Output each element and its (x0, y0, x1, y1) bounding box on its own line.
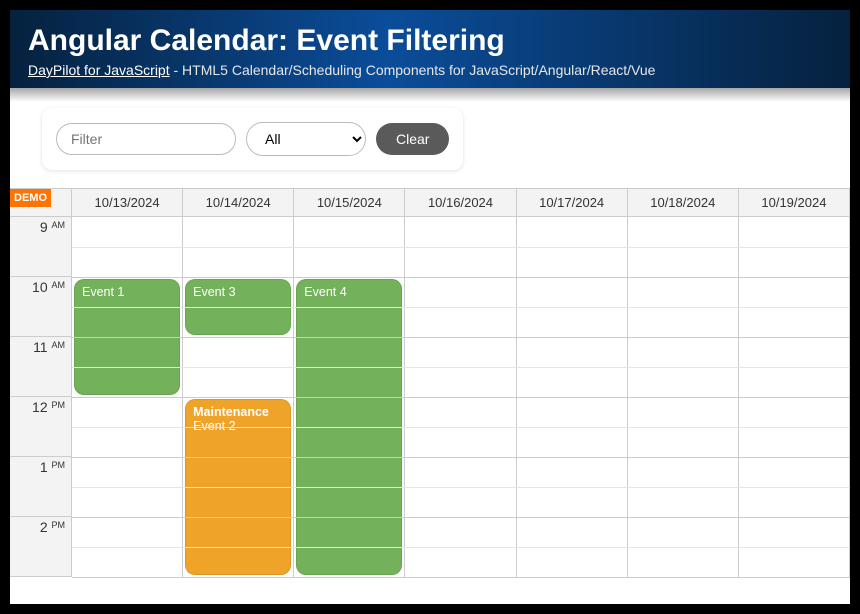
clear-button[interactable]: Clear (376, 123, 449, 155)
time-label: 10 AM (10, 277, 71, 337)
app-window: Angular Calendar: Event Filtering DayPil… (10, 10, 850, 604)
calendar-header-row: DEMO 10/13/2024 10/14/2024 10/15/2024 10… (10, 189, 850, 217)
event-title: Maintenance (193, 405, 283, 419)
time-column: 9 AM 10 AM 11 AM 12 PM 1 PM 2 PM (10, 217, 72, 577)
calendar-body: 9 AM 10 AM 11 AM 12 PM 1 PM 2 PM Event 1… (10, 217, 850, 577)
time-label: 12 PM (10, 397, 71, 457)
day-header[interactable]: 10/17/2024 (517, 189, 628, 216)
filter-bar: All Clear (42, 108, 463, 170)
page-title: Angular Calendar: Event Filtering (28, 24, 832, 58)
time-label: 2 PM (10, 517, 71, 577)
day-header[interactable]: 10/14/2024 (183, 189, 294, 216)
event-text: Event 3 (193, 285, 283, 299)
subtitle-text: - HTML5 Calendar/Scheduling Components f… (170, 62, 656, 78)
calendar: DEMO 10/13/2024 10/14/2024 10/15/2024 10… (10, 188, 850, 577)
day-header[interactable]: 10/19/2024 (739, 189, 850, 216)
day-header[interactable]: 10/16/2024 (405, 189, 516, 216)
demo-badge: DEMO (10, 189, 51, 207)
event-text: Event 4 (304, 285, 394, 299)
filter-select[interactable]: All (246, 122, 366, 156)
time-label: 1 PM (10, 457, 71, 517)
day-header[interactable]: 10/18/2024 (628, 189, 739, 216)
filter-input[interactable] (56, 123, 236, 155)
time-label: 11 AM (10, 337, 71, 397)
time-column-header: DEMO (10, 189, 72, 216)
event-text: Event 2 (193, 419, 283, 433)
page-subtitle: DayPilot for JavaScript - HTML5 Calendar… (28, 62, 832, 78)
event-text: Event 1 (82, 285, 172, 299)
day-header[interactable]: 10/13/2024 (72, 189, 183, 216)
page-header: Angular Calendar: Event Filtering DayPil… (10, 10, 850, 88)
day-header[interactable]: 10/15/2024 (294, 189, 405, 216)
time-label: 9 AM (10, 217, 71, 277)
header-link[interactable]: DayPilot for JavaScript (28, 62, 170, 78)
day-columns: Event 1 Event 3 MaintenanceEvent 2 Event … (72, 217, 850, 577)
